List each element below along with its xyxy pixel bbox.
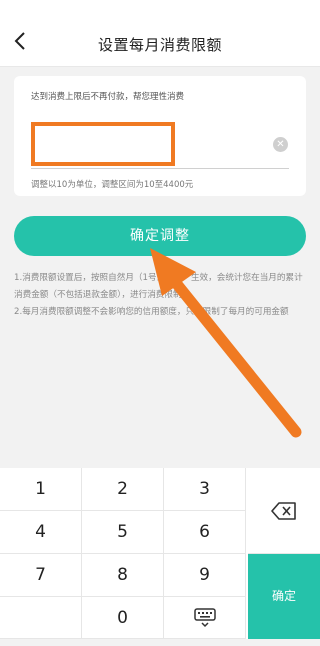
key-2[interactable]: 2 — [82, 468, 164, 511]
input-highlight-box — [31, 122, 175, 166]
confirm-adjust-button[interactable]: 确定调整 — [14, 216, 306, 256]
key-0[interactable]: 0 — [82, 597, 164, 639]
key-9[interactable]: 9 — [164, 554, 246, 597]
key-3[interactable]: 3 — [164, 468, 246, 511]
top-bar: 设置每月消费限额 — [0, 0, 320, 67]
clear-icon: ✕ — [276, 139, 285, 150]
note-item: 1.消费限额设置后，按照自然月（1号到月末）生效，会统计您在当月的累计消费金额（… — [14, 273, 303, 300]
numeric-keypad: 1 2 3 4 5 6 7 8 9 0 确定 — [0, 468, 320, 639]
key-8[interactable]: 8 — [82, 554, 164, 597]
keypad-confirm-button[interactable]: 确定 — [248, 554, 320, 639]
key-5[interactable]: 5 — [82, 511, 164, 554]
keyboard-hide-button[interactable] — [164, 597, 246, 639]
key-blank — [0, 597, 82, 639]
clear-button[interactable]: ✕ — [273, 137, 288, 152]
key-4[interactable]: 4 — [0, 511, 82, 554]
range-note: 调整以10为单位，调整区间为10至4400元 — [31, 180, 194, 190]
note-item: 2.每月消费限额调整不会影响您的信用额度，只是限制了每月的可用金额 — [14, 307, 289, 317]
page-title: 设置每月消费限额 — [97, 36, 222, 54]
keyboard-hide-icon — [193, 608, 216, 628]
key-7[interactable]: 7 — [0, 554, 82, 597]
limit-hint: 达到消费上限后不再付款，帮您理性消费 — [31, 92, 185, 102]
key-1[interactable]: 1 — [0, 468, 82, 511]
input-divider — [31, 168, 289, 169]
rules-notes: 1.消费限额设置后，按照自然月（1号到月末）生效，会统计您在当月的累计消费金额（… — [14, 270, 308, 321]
key-6[interactable]: 6 — [164, 511, 246, 554]
backspace-icon — [271, 502, 296, 520]
delete-key[interactable] — [248, 468, 320, 554]
